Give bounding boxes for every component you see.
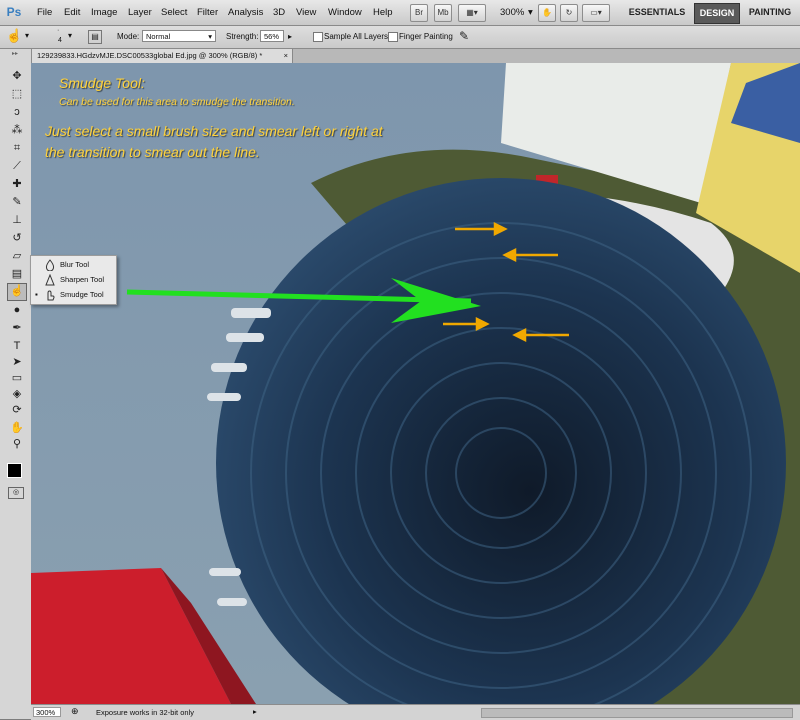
status-bar: 300% ⊕ Exposure works in 32-bit only ▸ <box>31 704 800 720</box>
annotation-line-1: Just select a small brush size and smear… <box>45 123 383 139</box>
chevron-down-icon[interactable]: ▾ <box>25 31 29 40</box>
zoom-tool-icon[interactable]: ⚲ <box>10 437 24 451</box>
menu-view[interactable]: View <box>296 7 316 18</box>
smudge-tool-icon[interactable]: ☝ <box>7 283 27 301</box>
hand-tool-icon[interactable]: ✋ <box>10 421 24 435</box>
strength-input[interactable]: 56% <box>260 30 284 42</box>
flyout-label: Blur Tool <box>60 260 90 269</box>
smudge-finger-icon <box>47 290 55 301</box>
flyout-label: Smudge Tool <box>60 290 104 299</box>
menu-help[interactable]: Help <box>373 7 393 18</box>
blur-drop-icon <box>45 259 55 271</box>
document-canvas[interactable]: Smudge Tool: Can be used for this area t… <box>31 63 800 704</box>
menu-select[interactable]: Select <box>161 7 187 18</box>
chevron-down-icon[interactable]: ▾ <box>528 7 533 18</box>
type-tool-icon[interactable]: T <box>10 339 24 353</box>
toning-tools-flyout: Blur Tool Sharpen Tool ▪ Smudge Tool <box>30 255 117 305</box>
spot-healing-tool-icon[interactable]: ✚ <box>10 177 24 191</box>
close-icon[interactable]: × <box>284 49 288 63</box>
menu-window[interactable]: Window <box>328 7 362 18</box>
brush-size-value[interactable]: 4 <box>58 37 62 44</box>
status-text: Exposure works in 32-bit only <box>96 708 194 717</box>
menu-image[interactable]: Image <box>91 7 117 18</box>
gradient-tool-icon[interactable]: ▤ <box>10 267 24 281</box>
document-tab-bar: 129239833.HGdzvMJE.DSC00533global Ed.jpg… <box>31 49 800 63</box>
document-info-icon[interactable]: ⊕ <box>71 706 79 717</box>
mini-bridge-button[interactable]: Mb <box>434 4 452 22</box>
flyout-item-sharpen[interactable]: Sharpen Tool <box>33 273 113 287</box>
lasso-tool-icon[interactable]: ↄ <box>10 105 24 119</box>
flyout-label: Sharpen Tool <box>60 275 105 284</box>
quick-mask-icon[interactable]: ◎ <box>8 487 24 499</box>
menu-filter[interactable]: Filter <box>197 7 218 18</box>
history-brush-tool-icon[interactable]: ↺ <box>10 231 24 245</box>
menu-bar: Ps File Edit Image Layer Select Filter A… <box>0 0 800 26</box>
finger-painting-label: Finger Painting <box>399 32 453 41</box>
dodge-tool-icon[interactable]: ● <box>10 303 24 317</box>
3d-orbit-tool-icon[interactable]: ⟳ <box>10 403 24 417</box>
view-extras-button[interactable]: ▦▾ <box>458 4 486 22</box>
foreground-color-swatch[interactable] <box>7 463 22 478</box>
quick-selection-tool-icon[interactable]: ⁂ <box>10 123 24 137</box>
panel-grip-icon[interactable]: ▸▸ <box>4 51 26 65</box>
rotate-view-icon[interactable]: ↻ <box>560 4 578 22</box>
document-tab-title: 129239833.HGdzvMJE.DSC00533global Ed.jpg… <box>37 51 263 60</box>
brush-dot-icon: · <box>57 27 60 34</box>
mode-select[interactable]: Normal ▾ <box>142 30 216 42</box>
strength-label: Strength: <box>226 32 259 41</box>
shape-tool-icon[interactable]: ▭ <box>10 371 24 385</box>
menu-edit[interactable]: Edit <box>64 7 80 18</box>
bridge-button[interactable]: Br <box>410 4 428 22</box>
workspace-essentials[interactable]: ESSENTIALS <box>625 3 689 22</box>
chevron-right-icon[interactable]: ▸ <box>288 32 292 41</box>
photoshop-logo: Ps <box>6 5 22 19</box>
mode-label: Mode: <box>117 32 140 41</box>
arrange-documents-button[interactable]: ▭▾ <box>582 4 610 22</box>
horizontal-scrollbar[interactable] <box>481 708 793 718</box>
annotation-title: Smudge Tool: <box>59 75 145 91</box>
eraser-tool-icon[interactable]: ▱ <box>10 249 24 263</box>
pressure-brush-icon[interactable]: ✎ <box>457 29 471 43</box>
menu-file[interactable]: File <box>37 7 52 18</box>
tool-options-bar: ☝ ▾ · 4 ▾ ▤ Mode: Normal ▾ Strength: 56%… <box>0 26 800 49</box>
zoom-readout[interactable]: 300% <box>33 707 61 717</box>
workspace-design[interactable]: DESIGN <box>694 3 740 24</box>
marquee-tool-icon[interactable]: ⬚ <box>10 87 24 101</box>
annotation-line-2: the transition to smear out the line. <box>45 144 260 160</box>
flyout-item-blur[interactable]: Blur Tool <box>33 258 113 272</box>
eyedropper-tool-icon[interactable]: ⟋ <box>10 159 24 173</box>
selected-bullet-icon: ▪ <box>35 290 38 299</box>
sample-all-layers-label: Sample All Layers <box>324 32 389 41</box>
zoom-level-dropdown[interactable]: 300% <box>500 7 524 18</box>
document-tab[interactable]: 129239833.HGdzvMJE.DSC00533global Ed.jpg… <box>31 49 293 63</box>
annotation-subtitle: Can be used for this area to smudge the … <box>59 96 295 108</box>
path-selection-tool-icon[interactable]: ➤ <box>10 355 24 369</box>
pen-tool-icon[interactable]: ✒ <box>10 321 24 335</box>
smudge-tool-preset-icon[interactable]: ☝ <box>6 29 22 43</box>
chevron-right-icon[interactable]: ▸ <box>253 707 257 716</box>
3d-rotate-tool-icon[interactable]: ◈ <box>10 387 24 401</box>
menu-analysis[interactable]: Analysis <box>228 7 263 18</box>
brush-panel-icon[interactable]: ▤ <box>88 30 102 44</box>
brush-tool-icon[interactable]: ✎ <box>10 195 24 209</box>
mode-value: Normal <box>146 32 171 41</box>
chevron-down-icon[interactable]: ▾ <box>68 31 72 40</box>
sharpen-triangle-icon <box>45 274 55 286</box>
chevron-down-icon: ▾ <box>208 32 212 41</box>
menu-layer[interactable]: Layer <box>128 7 152 18</box>
workspace-painting[interactable]: PAINTING <box>743 3 797 22</box>
menu-3d[interactable]: 3D <box>273 7 285 18</box>
hand-tool-icon[interactable]: ✋ <box>538 4 556 22</box>
flyout-item-smudge[interactable]: ▪ Smudge Tool <box>33 288 113 302</box>
sample-all-layers-checkbox[interactable] <box>313 32 323 42</box>
tools-panel: ▸▸ ✥ ⬚ ↄ ⁂ ⌗ ⟋ ✚ ✎ ⊥ ↺ ▱ ▤ ☝ ● ✒ T ➤ ▭ ◈… <box>0 49 32 719</box>
move-tool-icon[interactable]: ✥ <box>10 69 24 83</box>
finger-painting-checkbox[interactable] <box>388 32 398 42</box>
clone-stamp-tool-icon[interactable]: ⊥ <box>10 213 24 227</box>
crop-tool-icon[interactable]: ⌗ <box>10 141 24 155</box>
